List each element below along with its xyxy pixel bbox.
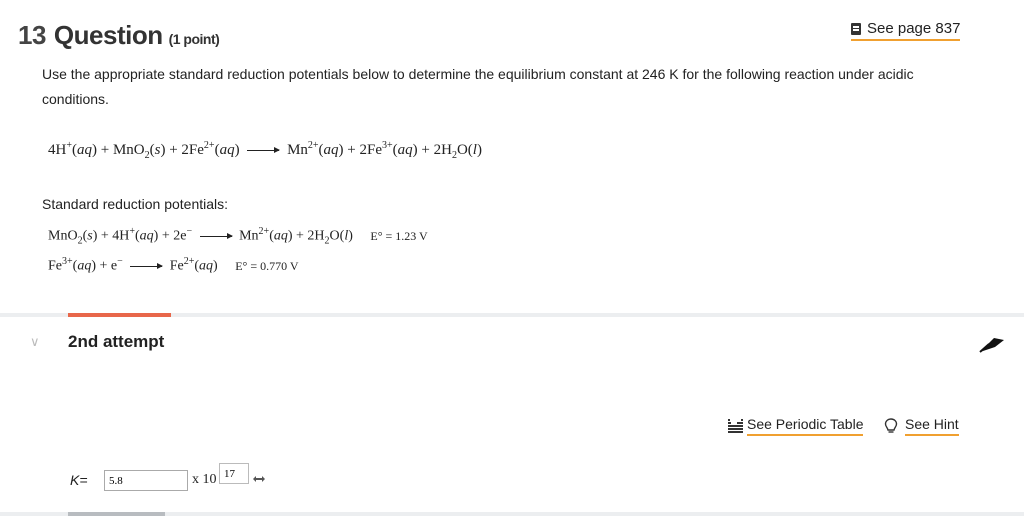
see-periodic-table-label: See Periodic Table	[747, 416, 864, 436]
see-page-link[interactable]: See page 837	[851, 20, 961, 41]
exponent-toggle-icon[interactable]	[253, 476, 265, 482]
see-periodic-table-link[interactable]: See Periodic Table	[728, 416, 864, 436]
reaction-arrow-icon	[130, 262, 164, 269]
reaction-arrow-icon	[247, 147, 281, 154]
half-reaction-2: Fe3+(aq) + e− Fe2+(aq) E° = 0.770 V	[48, 256, 299, 274]
see-hint-label: See Hint	[905, 416, 959, 436]
question-number: 13	[18, 20, 46, 50]
lightbulb-icon	[884, 418, 898, 433]
attempt-tab-indicator	[68, 313, 171, 317]
chevron-down-icon[interactable]: ∨	[30, 334, 40, 350]
see-hint-link[interactable]: See Hint	[884, 416, 959, 436]
main-reaction: 4H+(aq) + MnO2(s) + 2Fe2+(aq) Mn2+(aq) +…	[48, 140, 482, 161]
k-exponent-input[interactable]	[219, 463, 249, 484]
half-reaction-1: MnO2(s) + 4H+(aq) + 2e− Mn2+(aq) + 2H2O(…	[48, 226, 428, 247]
periodic-table-icon	[728, 419, 743, 433]
question-points: (1 point)	[168, 31, 220, 47]
question-header: 13 Question (1 point)	[18, 20, 220, 51]
see-page-label: See page 837	[867, 20, 961, 37]
half-reaction-2-potential: E° = 0.770 V	[235, 258, 299, 273]
pin-icon[interactable]	[977, 330, 1007, 358]
question-prompt: Use the appropriate standard reduction p…	[42, 66, 914, 107]
attempt-label: 2nd attempt	[68, 332, 165, 351]
question-title: Question	[53, 20, 163, 50]
k-label: K=	[70, 472, 88, 488]
potentials-label: Standard reduction potentials:	[42, 196, 229, 212]
book-icon	[851, 22, 861, 35]
reaction-arrow-icon	[199, 232, 233, 239]
half-reaction-1-potential: E° = 1.23 V	[370, 228, 428, 243]
times-ten-label: x 10	[192, 472, 217, 487]
bottom-scroll-indicator	[68, 512, 165, 516]
k-mantissa-input[interactable]	[104, 470, 188, 491]
